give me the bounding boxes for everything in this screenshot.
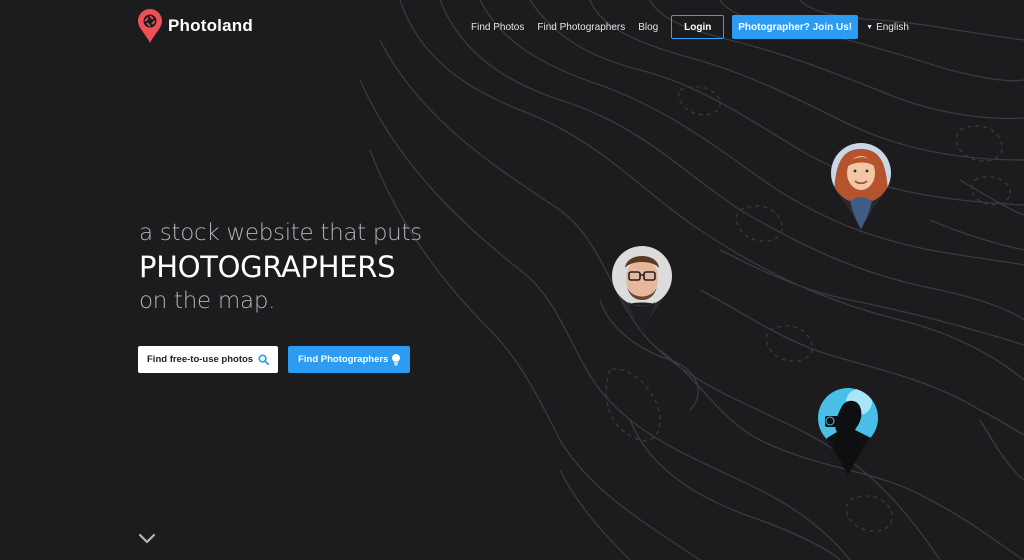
- photographer-pin-man[interactable]: [609, 244, 675, 336]
- hero-tagline: a stock website that puts PHOTOGRAPHERS …: [139, 218, 422, 316]
- find-photographers-button[interactable]: Find Photographers: [288, 346, 411, 373]
- search-icon: [258, 354, 270, 365]
- lightbulb-icon: [392, 353, 401, 366]
- tagline-line-3: on the map.: [139, 288, 276, 314]
- nav-link-find-photos[interactable]: Find Photos: [471, 22, 524, 33]
- photographer-pin-silhouette[interactable]: [815, 386, 881, 478]
- scroll-down-chevron[interactable]: [138, 531, 156, 549]
- find-photographers-label: Find Photographers: [298, 354, 389, 365]
- nav-link-blog[interactable]: Blog: [638, 22, 658, 33]
- find-photos-label: Find free-to-use photos: [147, 354, 254, 365]
- login-button[interactable]: Login: [671, 15, 725, 39]
- brand-name: Photoland: [168, 16, 253, 35]
- logo-pin-icon: [138, 9, 162, 43]
- language-selector[interactable]: ▼ English: [866, 22, 909, 33]
- chevron-down-icon: [138, 533, 156, 544]
- caret-down-icon: ▼: [866, 23, 874, 31]
- join-button[interactable]: Photographer? Join Us!: [732, 15, 859, 39]
- language-label: English: [876, 21, 909, 33]
- brand-logo[interactable]: Photoland: [138, 9, 253, 43]
- photographer-pin-woman[interactable]: [828, 141, 894, 233]
- tagline-line-2: PHOTOGRAPHERS: [139, 250, 396, 284]
- top-navigation: Find Photos Find Photographers Blog Logi…: [471, 15, 909, 39]
- nav-link-find-photographers[interactable]: Find Photographers: [537, 22, 625, 33]
- hero-actions: Find free-to-use photos Find Photographe…: [138, 346, 411, 373]
- tagline-line-1: a stock website that puts: [139, 220, 422, 246]
- find-photos-button[interactable]: Find free-to-use photos: [138, 346, 279, 373]
